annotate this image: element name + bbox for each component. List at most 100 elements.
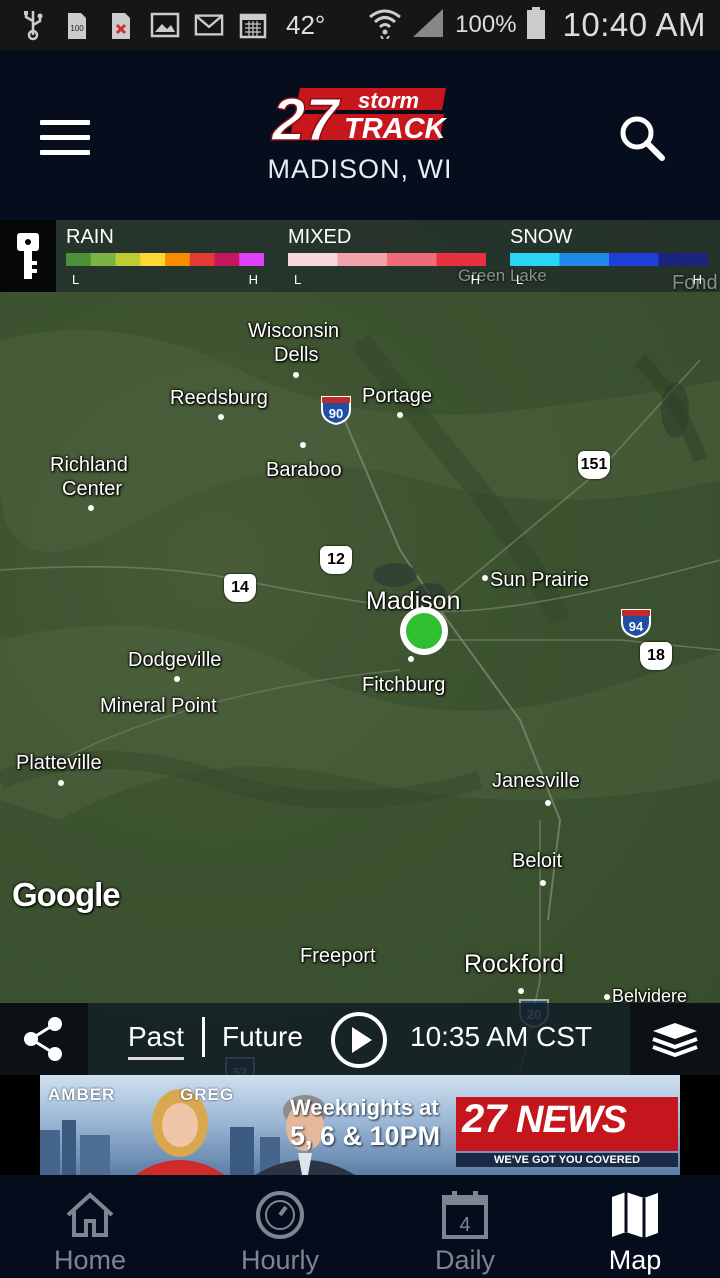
google-attribution: Google — [12, 876, 121, 913]
city-dot — [482, 575, 488, 581]
logo-track-text: TRACK — [344, 113, 448, 145]
nav-daily[interactable]: 4 Daily — [380, 1175, 550, 1278]
play-button[interactable] — [330, 1011, 388, 1069]
ad-brand-number: 27 — [462, 1097, 507, 1141]
legend-low: L — [294, 272, 302, 287]
legend-mixed: MIXED L H — [288, 226, 487, 287]
sim-error-icon — [106, 8, 136, 42]
legend-color-swatch — [90, 253, 116, 266]
map-icon — [607, 1187, 663, 1243]
us-151-shield: 151 — [578, 451, 610, 479]
legend-color-swatch — [658, 253, 709, 266]
city-label: Janesville — [492, 770, 580, 792]
legend-color-swatch — [239, 253, 265, 266]
city-label: Portage — [362, 385, 433, 407]
wifi-icon — [367, 7, 403, 44]
radar-legend: Green Lake Fond RAIN LH MIXED LH SNOW LH — [0, 220, 720, 294]
gmail-icon — [194, 8, 224, 42]
signal-icon — [411, 7, 447, 44]
logo-storm-text: storm — [358, 88, 419, 113]
clock-icon — [252, 1187, 308, 1243]
nav-hourly-label: Hourly — [240, 1245, 320, 1275]
battery-percent: 100% — [455, 11, 517, 38]
legend-color-swatch — [387, 253, 437, 266]
ad-anchor-name-left: AMBER — [48, 1085, 116, 1104]
play-icon — [331, 1012, 387, 1068]
legend-high: H — [470, 272, 480, 287]
nav-map-label: Map — [608, 1245, 662, 1275]
city-dot — [397, 412, 403, 418]
ad-banner[interactable]: AMBER GREG Weeknights at 5, 6 & 10PM 27 … — [40, 1075, 680, 1175]
city-dot — [408, 656, 414, 662]
city-label: Freeport — [300, 945, 376, 967]
city-label: Platteville — [16, 752, 102, 774]
nav-home[interactable]: Home — [0, 1175, 180, 1278]
interstate-94-shield: 94 — [620, 608, 652, 639]
share-button[interactable] — [0, 1003, 88, 1075]
legend-color-swatch — [559, 253, 610, 266]
legend-rain-bar — [66, 253, 265, 266]
legend-low: L — [72, 272, 80, 287]
radar-timestamp: 10:35 AM CST — [410, 1021, 593, 1052]
city-label: Reedsburg — [170, 387, 268, 409]
home-icon — [62, 1187, 118, 1243]
ad-tagline: WE'VE GOT YOU COVERED — [456, 1153, 678, 1167]
city-label: Richland — [50, 454, 128, 476]
storage-100-icon: 100 — [62, 8, 92, 42]
city-dot — [174, 676, 180, 682]
layers-icon — [652, 1023, 698, 1058]
playback-bar: Past Future 10:35 AM CST — [0, 1003, 720, 1075]
city-dot — [518, 988, 524, 994]
status-bar: 100 42° 100% 10:40 AM — [0, 0, 720, 50]
city-label: Dodgeville — [128, 649, 222, 671]
city-label: Center — [62, 478, 123, 500]
legend-color-swatch — [609, 253, 659, 266]
radar-map[interactable]: Wisconsin Dells Reedsburg Portage Richla… — [0, 220, 720, 1075]
interstate-90-shield: 90 — [320, 395, 352, 426]
city-label: Dells — [274, 344, 319, 366]
legend-high: H — [248, 272, 258, 287]
battery-icon — [525, 6, 547, 45]
daily-badge: 4 — [459, 1214, 470, 1236]
city-dot — [58, 780, 64, 786]
legend-color-swatch — [115, 253, 141, 266]
usb-icon — [18, 8, 48, 42]
tab-past[interactable]: Past — [128, 1021, 185, 1060]
legend-mixed-label: MIXED — [288, 226, 352, 248]
us-12-shield: 12 — [320, 546, 352, 574]
legend-mixed-bar — [288, 253, 487, 266]
bottom-navigation: Home Hourly 4 Daily Map — [0, 1175, 720, 1278]
legend-high: H — [692, 272, 702, 287]
legend-key-button[interactable] — [0, 220, 56, 292]
ad-container: AMBER GREG Weeknights at 5, 6 & 10PM 27 … — [0, 1075, 720, 1175]
legend-color-swatch — [165, 253, 191, 266]
tab-divider — [202, 1017, 205, 1057]
legend-color-swatch — [140, 253, 166, 266]
layers-button[interactable] — [630, 1003, 720, 1075]
nav-daily-label: Daily — [434, 1245, 495, 1275]
calendar-icon — [238, 8, 268, 42]
city-dot — [88, 505, 94, 511]
tab-future[interactable]: Future — [222, 1021, 303, 1053]
legend-color-swatch — [510, 253, 560, 266]
city-label: Baraboo — [266, 459, 342, 481]
ad-brand-word: NEWS — [516, 1099, 627, 1141]
svg-text:94: 94 — [629, 619, 644, 634]
svg-text:90: 90 — [329, 406, 343, 421]
key-icon — [17, 233, 39, 279]
city-label: Sun Prairie — [490, 569, 589, 591]
city-dot — [545, 800, 551, 806]
calendar-day-icon: 4 — [437, 1187, 493, 1243]
ad-schedule-line2: 5, 6 & 10PM — [290, 1121, 441, 1151]
city-dot — [293, 372, 299, 378]
legend-color-swatch — [337, 253, 388, 266]
legend-low: L — [516, 272, 524, 287]
search-button[interactable] — [612, 108, 672, 168]
nav-hourly[interactable]: Hourly — [180, 1175, 380, 1278]
us-18-shield: 18 — [640, 642, 672, 670]
city-dot — [540, 880, 546, 886]
legend-snow: SNOW L H — [510, 226, 709, 287]
nav-map[interactable]: Map — [550, 1175, 720, 1278]
search-icon — [620, 116, 665, 161]
current-location-marker[interactable] — [400, 607, 448, 655]
